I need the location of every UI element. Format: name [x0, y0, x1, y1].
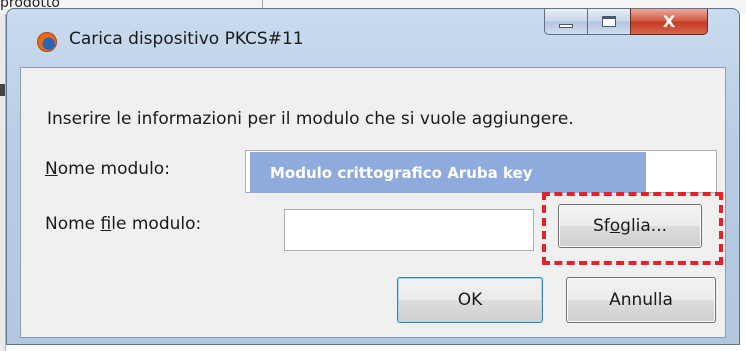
- module-file-label-pre: Nome: [45, 214, 101, 234]
- browse-highlight-annotation: [542, 192, 723, 265]
- minimize-button[interactable]: [544, 9, 588, 35]
- module-name-label-text: ome modulo:: [57, 159, 170, 179]
- dialog-title: Carica dispositivo PKCS#11: [69, 29, 304, 49]
- module-file-field[interactable]: [284, 209, 534, 251]
- module-name-value: Modulo crittografico Aruba key: [250, 152, 646, 193]
- module-file-label-post: ile modulo:: [111, 214, 202, 234]
- close-icon: X: [662, 12, 676, 31]
- firefox-icon: [37, 32, 57, 52]
- module-file-label: Nome file modulo:: [45, 214, 201, 234]
- instruction-text: Inserire le informazioni per il modulo c…: [47, 109, 574, 129]
- dialog-body: Inserire le informazioni per il modulo c…: [20, 67, 726, 338]
- title-bar[interactable]: Carica dispositivo PKCS#11 X: [7, 9, 739, 67]
- maximize-button[interactable]: [587, 9, 631, 35]
- module-file-accelerator: f: [100, 214, 112, 234]
- minimize-icon: [559, 23, 573, 28]
- ok-button[interactable]: OK: [397, 277, 543, 323]
- module-name-field[interactable]: Modulo crittografico Aruba key: [245, 150, 717, 193]
- cancel-button[interactable]: Annulla: [566, 277, 716, 323]
- pkcs11-dialog: Carica dispositivo PKCS#11 X Inserire le…: [6, 8, 740, 345]
- background-mark: [0, 84, 5, 96]
- module-name-accelerator: N: [45, 159, 58, 179]
- module-name-label: Nome modulo:: [45, 159, 170, 179]
- maximize-icon: [602, 16, 616, 27]
- close-button[interactable]: X: [630, 9, 708, 35]
